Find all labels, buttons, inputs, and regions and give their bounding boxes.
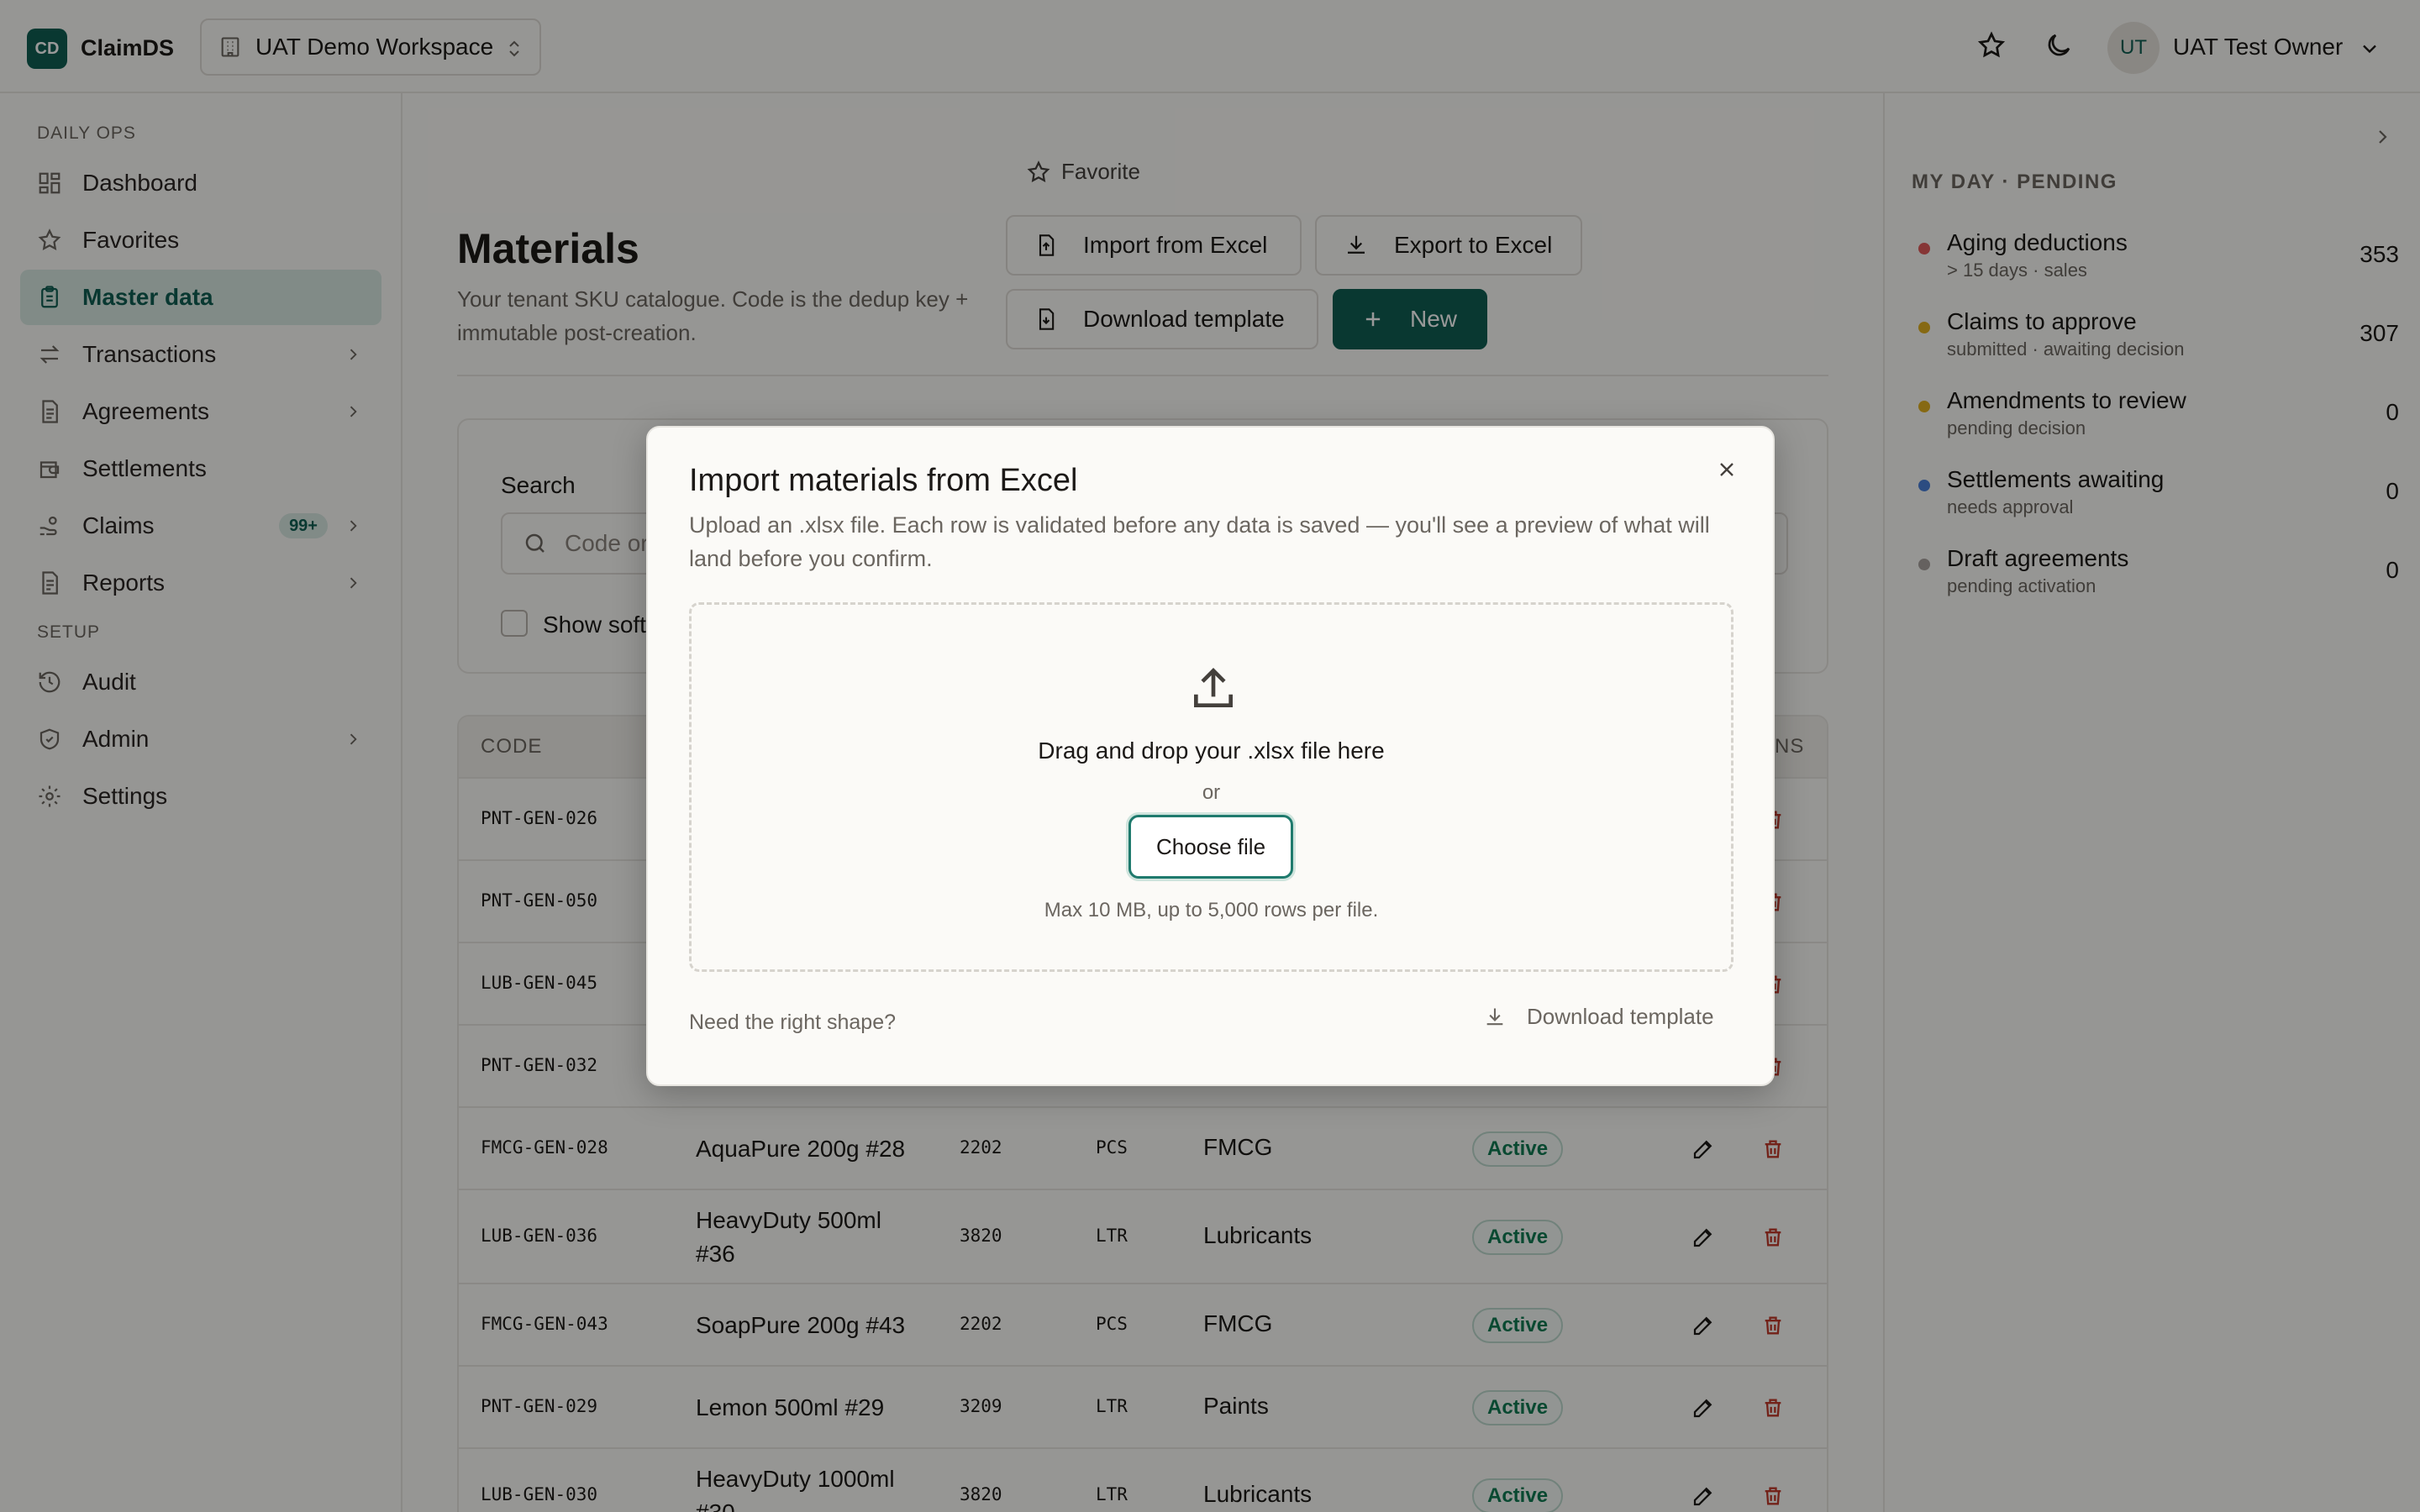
upload-limits: Max 10 MB, up to 5,000 rows per file.: [1044, 899, 1379, 921]
upload-icon: [1187, 662, 1239, 714]
download-icon: [1486, 1008, 1503, 1025]
file-dropzone[interactable]: Drag and drop your .xlsx file here or Ch…: [689, 602, 1733, 972]
choose-file-button[interactable]: Choose file: [1128, 815, 1293, 879]
modal-download-template-label: Download template: [1527, 1004, 1714, 1029]
dropzone-or: or: [1202, 781, 1221, 804]
modal-description: Upload an .xlsx file. Each row is valida…: [689, 512, 1710, 571]
modal-title: Import materials from Excel: [689, 463, 1078, 498]
close-icon[interactable]: [1715, 458, 1739, 481]
modal-download-template-button[interactable]: Download template: [1483, 1004, 1714, 1030]
need-shape-text: Need the right shape?: [689, 1011, 897, 1034]
dropzone-text: Drag and drop your .xlsx file here: [1038, 738, 1385, 764]
import-modal: Import materials from Excel Upload an .x…: [646, 426, 1775, 1086]
